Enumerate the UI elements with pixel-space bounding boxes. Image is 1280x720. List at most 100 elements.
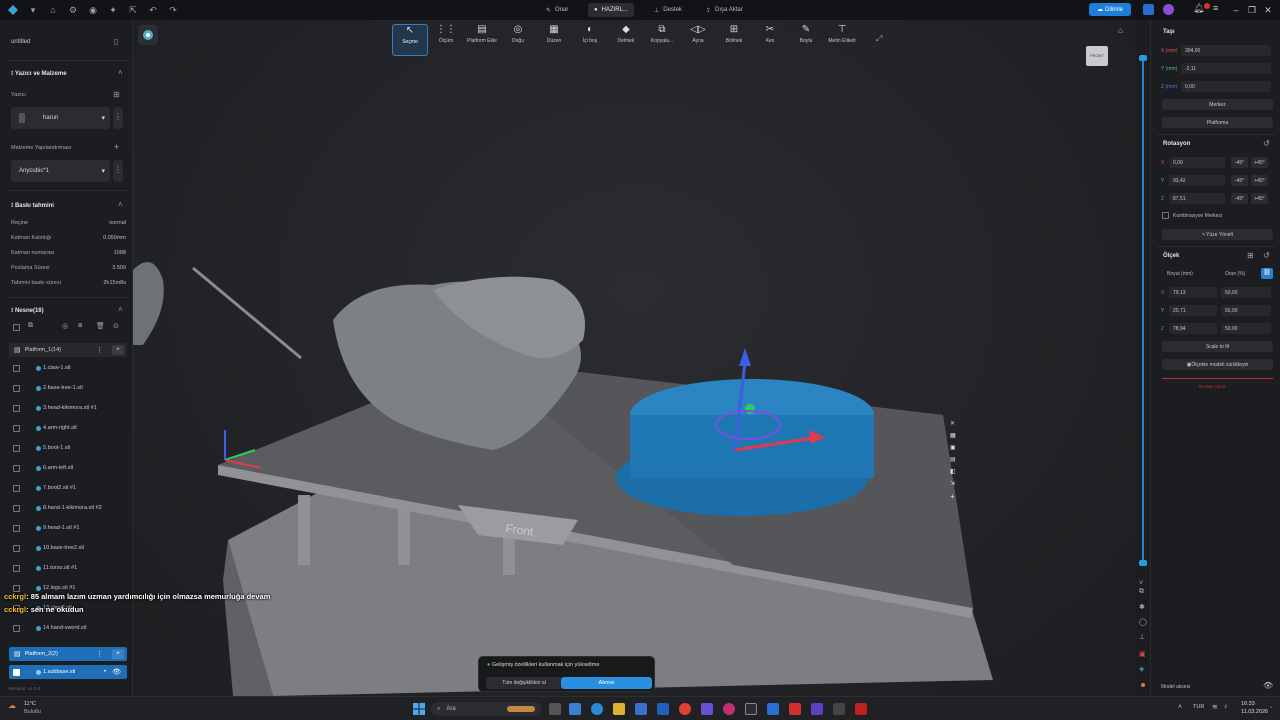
notification-icon[interactable]: 🔔︎ (1193, 3, 1204, 14)
tool-button-10[interactable]: ✂ Kes (752, 24, 788, 56)
rot-z-minus45[interactable]: -45° (1231, 193, 1248, 204)
reset-scale-icon[interactable]: ↺ (1263, 251, 1270, 260)
info-tool-icon[interactable]: ◈ (1139, 665, 1144, 673)
select-all-checkbox[interactable] (13, 324, 20, 331)
object-checkbox[interactable] (13, 484, 20, 492)
redo-icon[interactable]: ↷ (166, 3, 180, 17)
support-tool-icon[interactable]: ⊥ (1139, 633, 1145, 641)
size-y-input[interactable]: 20,71 (1169, 305, 1217, 316)
chrome-icon[interactable] (679, 703, 691, 715)
rot-x-input[interactable]: 0,00 (1169, 157, 1225, 168)
rot-x-minus45[interactable]: -45° (1231, 157, 1248, 168)
home-view-icon[interactable]: ⌂ (1118, 26, 1123, 35)
add-material-icon[interactable]: + (114, 142, 119, 152)
layers-tool-icon[interactable]: ⧉ (1139, 588, 1144, 596)
undo-icon[interactable]: ↶ (146, 3, 160, 17)
more-icon[interactable]: ⋮ (96, 650, 103, 658)
object-checkbox[interactable] (13, 544, 20, 552)
tool-button-7[interactable]: ⧉ Kopyala... (644, 24, 680, 56)
eye-icon[interactable]: 👁︎ (1263, 681, 1273, 690)
list-item[interactable]: 8.hand-1-kikimora.stl #2 (0, 501, 132, 515)
list-item[interactable]: 10.base-tree2.stl (0, 541, 132, 555)
tool-button-2[interactable]: ▤ Platform Ekle (464, 24, 500, 56)
add-icon[interactable]: + (112, 649, 124, 659)
export-view-icon[interactable]: ⇲ (950, 480, 972, 492)
windows-start-icon[interactable] (413, 703, 425, 715)
move-z-input[interactable]: 0,00 (1181, 81, 1271, 92)
volume-icon[interactable]: ♪ (1224, 703, 1228, 710)
reset-text[interactable]: Bunları sıfırla (1199, 384, 1226, 389)
tray-chevron-icon[interactable]: ˄ (1178, 704, 1182, 711)
minimize-icon[interactable]: – (1230, 4, 1242, 16)
taskbar-search[interactable]: ⌕ Ara (431, 702, 541, 716)
teams-icon[interactable] (701, 703, 713, 715)
layer-slider[interactable]: ˅ ⧉ ✱ ◯ ⊥ ▣ ◈ (1136, 20, 1150, 696)
chevron-up-icon[interactable]: ˄ (118, 305, 123, 314)
app-logo-icon[interactable] (6, 3, 20, 17)
list-item[interactable]: 14.hand-sword.stl (0, 621, 132, 635)
rot-x-plus45[interactable]: +45° (1251, 157, 1268, 168)
subscribe-button[interactable]: Abone (561, 677, 652, 689)
rot-z-input[interactable]: 87,51 (1169, 193, 1225, 204)
target-icon[interactable]: ◎ (62, 322, 68, 330)
object-checkbox[interactable] (13, 424, 20, 432)
expand-icon[interactable]: ⤢ (876, 34, 882, 44)
camera-icon[interactable]: ▣ (950, 444, 972, 456)
tool-button-9[interactable]: ⊞ Bölmek (716, 24, 752, 56)
object-checkbox[interactable] (13, 564, 20, 572)
section-printer-material[interactable]: ⁝ Yazıcı ve Malzeme (11, 70, 67, 77)
warning-tool-icon[interactable]: ▣ (1139, 650, 1146, 658)
3d-viewport[interactable]: Front FRONT ⌂ ✕ ▦ ▣ ▤ ◧ ⇲ + (133, 20, 1141, 696)
tab-prepare[interactable]: ● HAZIRL... (588, 3, 634, 17)
app-icon[interactable] (745, 703, 757, 715)
list-item[interactable]: 7.boot2.stl #1 (0, 481, 132, 495)
app-icon[interactable] (723, 703, 735, 715)
size-x-input[interactable]: 79,13 (1169, 287, 1217, 298)
printer-more-button[interactable]: ⋮ (113, 107, 123, 129)
maximize-icon[interactable]: ❐ (1246, 4, 1258, 16)
object-checkbox[interactable] (13, 384, 20, 392)
palette-icon[interactable]: ◉ (86, 3, 100, 17)
delete-icon[interactable]: 🗑︎ (96, 322, 105, 330)
clock-time[interactable]: 16:33 (1241, 701, 1255, 707)
tool-button-6[interactable]: ◆ Delmek (608, 24, 644, 56)
app-icon[interactable] (789, 703, 801, 715)
view-cube[interactable]: FRONT (1086, 46, 1108, 66)
brand-b-icon[interactable] (1143, 4, 1154, 15)
object-checkbox[interactable] (13, 504, 20, 512)
acrobat-icon[interactable] (855, 703, 867, 715)
face-orient-button[interactable]: ↖ Yüze Yönelt (1162, 229, 1273, 240)
discord-icon[interactable] (811, 703, 823, 715)
material-more-button[interactable]: ⋮ (113, 160, 123, 182)
car-icon[interactable]: ◧ (950, 468, 972, 480)
tool-button-8[interactable]: ◁▷ Ayna (680, 24, 716, 56)
checked-checkbox[interactable] (13, 668, 20, 676)
object-checkbox[interactable] (13, 364, 20, 372)
home-icon[interactable]: ⌂ (46, 3, 60, 17)
chevron-down-icon[interactable]: ˅ (1139, 580, 1143, 587)
platform-2-row[interactable]: ▤ Platform_2(2) ⋮ + (9, 647, 127, 661)
wifi-icon[interactable]: ≋ (1212, 703, 1218, 711)
tab-support[interactable]: ⊥ Destek (648, 3, 688, 17)
section-print-estimate[interactable]: ⁝ Baskı tahmini (11, 202, 54, 209)
list-item[interactable]: 1.claw-1.stl (0, 361, 132, 375)
layers-icon[interactable]: ▤ (950, 456, 972, 468)
list-item[interactable]: 5.boot-1.stl (0, 441, 132, 455)
tool-button-11[interactable]: ✎ Boyla (788, 24, 824, 56)
tool-button-1[interactable]: ⋮⋮ Ölçüm (428, 24, 464, 56)
panel-toggle-icon[interactable]: ▯ (114, 37, 118, 46)
tool-icon[interactable]: ✦ (106, 3, 120, 17)
rot-z-plus45[interactable]: +45° (1251, 193, 1268, 204)
weather-icon[interactable]: ☁ (8, 701, 16, 710)
printer-settings-icon[interactable]: ⊞ (113, 90, 120, 99)
to-platform-button[interactable]: Platforma (1162, 117, 1273, 128)
reset-rotation-icon[interactable]: ↺ (1263, 139, 1270, 148)
get-all-changes-button[interactable]: Tüm değişiklikleri al (486, 677, 562, 689)
platform-1-row[interactable]: ▤ Platform_1(14) ⋮ + (9, 343, 127, 357)
object-checkbox[interactable] (13, 444, 20, 452)
list-item[interactable]: 11.torso.stl #1 (0, 561, 132, 575)
task-view-icon[interactable] (549, 703, 561, 715)
add-view-icon[interactable]: + (950, 492, 972, 504)
notifications-icon[interactable]: ◦ (1270, 705, 1272, 711)
tool-button-5[interactable]: ◐ İçi boş (572, 24, 608, 56)
